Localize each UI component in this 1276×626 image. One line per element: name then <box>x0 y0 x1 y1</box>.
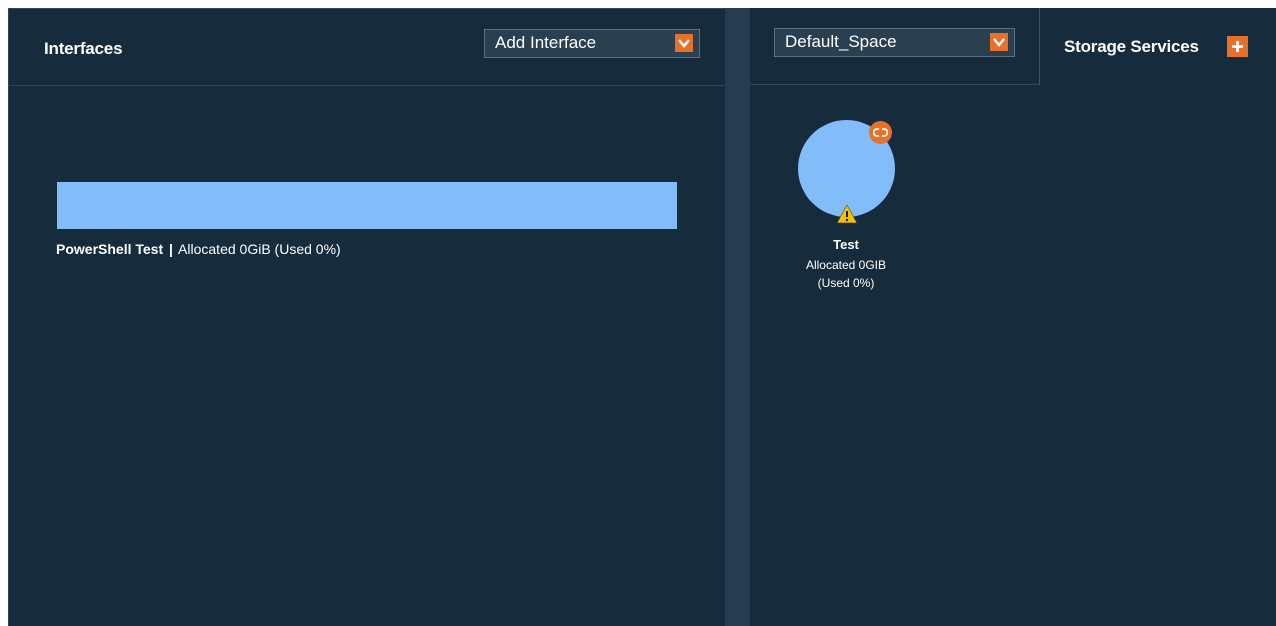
space-select-value: Default_Space <box>785 32 897 51</box>
warning-icon <box>836 204 858 224</box>
storage-service-used: (Used 0%) <box>817 276 875 290</box>
interface-separator: | <box>169 241 173 257</box>
interfaces-title: Interfaces <box>44 39 123 58</box>
space-select[interactable]: Default_Space <box>774 28 1015 57</box>
storage-service-name: Test <box>833 237 859 252</box>
storage-service-item[interactable]: Test Allocated 0GIB (Used 0%) <box>790 120 902 300</box>
plus-icon[interactable] <box>1227 36 1248 57</box>
tab-storage-services[interactable]: Storage Services <box>1039 8 1276 85</box>
panel-divider[interactable] <box>725 8 750 626</box>
header-divider <box>750 84 1040 85</box>
add-interface-select-value: Add Interface <box>495 33 597 52</box>
interfaces-panel: Interfaces Add Interface PowerShell Test… <box>8 8 725 626</box>
interface-bar-caption: PowerShell Test | Allocated 0GiB (Used 0… <box>56 241 341 257</box>
interface-bar[interactable] <box>57 182 677 229</box>
add-interface-select[interactable]: Add Interface <box>484 29 700 58</box>
interface-details: Allocated 0GiB (Used 0%) <box>178 241 341 257</box>
chevron-down-icon <box>675 34 693 52</box>
link-icon[interactable] <box>869 121 892 144</box>
storage-service-allocated: Allocated 0GIB <box>805 258 887 272</box>
chevron-down-icon <box>990 33 1008 51</box>
storage-panel: Default_Space Storage Services Test Allo… <box>750 8 1276 626</box>
interfaces-header: Interfaces Add Interface <box>9 9 725 86</box>
storage-services-label: Storage Services <box>1064 37 1199 56</box>
storage-view: Interfaces Add Interface PowerShell Test… <box>0 0 1276 626</box>
interface-name: PowerShell Test <box>56 241 164 257</box>
